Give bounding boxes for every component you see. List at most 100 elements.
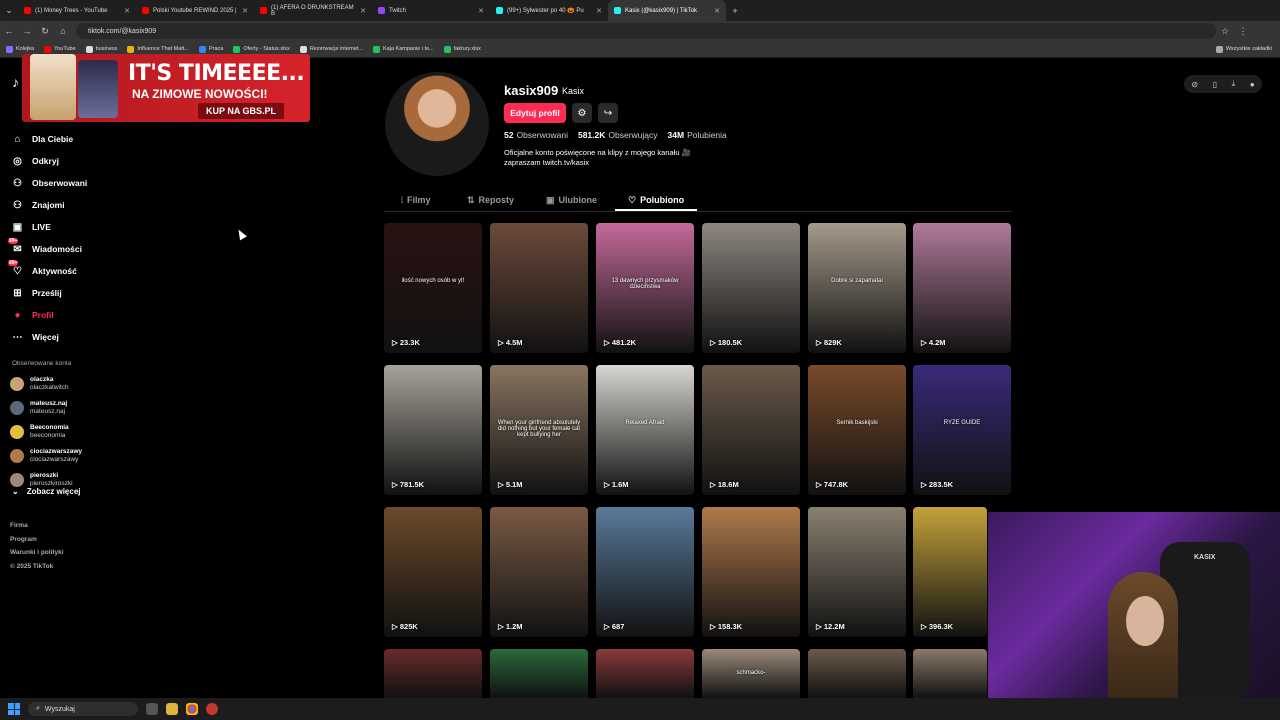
sidebar-item-odkryj[interactable]: ◎ Odkryj [12,150,87,172]
video-thumbnail[interactable] [808,649,906,698]
sidebar-item-obserwowani[interactable]: ⚇ Obserwowani [12,172,87,194]
close-icon[interactable]: ✕ [360,7,366,15]
footer-link[interactable]: Firma [10,519,64,533]
bookmark-item[interactable]: Influence That Matt... [127,45,189,53]
bookmark-item[interactable]: Kaja Kampanie i te... [373,45,434,53]
video-thumbnail[interactable] [490,649,588,698]
browser-tab[interactable]: (1) Money Trees - YouTube ✕ [18,0,136,21]
video-thumbnail[interactable] [384,649,482,698]
play-icon: ▷ [392,480,400,489]
video-thumbnail[interactable]: 13 dawnych przysmaków dzieciństwa ▷ 481.2… [596,223,694,353]
task-view-icon[interactable] [146,703,158,715]
video-thumbnail[interactable]: schmacko- [702,649,800,698]
following-account[interactable]: olaczka olaczkatwitch [10,372,82,396]
sidebar-item-profil[interactable]: ● Profil [12,304,87,326]
download-icon[interactable]: ⤓ [1232,79,1236,89]
stat-followers[interactable]: 581.2K Obserwujący [578,130,658,140]
bookmark-item[interactable]: Rezerwacje internet... [299,45,363,53]
video-thumbnail[interactable]: RYZE GUIDE ▷ 283.5K [913,365,1011,495]
browser-tab[interactable]: Kasix (@kasix909) | TikTok ✕ [608,0,726,21]
user-avatar-icon[interactable]: ● [1250,80,1255,89]
video-thumbnail[interactable]: ▷ 396.3K [913,507,987,637]
tab-reposts[interactable]: ⇅ Reposty [467,195,514,206]
video-thumbnail[interactable]: ▷ 825K [384,507,482,637]
browser-tab[interactable]: Twitch ✕ [372,0,490,21]
close-icon[interactable]: ✕ [124,7,130,15]
edit-profile-button[interactable]: Edytuj profil [504,103,566,123]
star-icon[interactable]: ☆ [1216,26,1234,37]
taskbar-search[interactable]: ⌕ Wyszukaj [28,702,138,716]
video-thumbnail[interactable]: ilość nowych osób w yt! ▷ 23.3K [384,223,482,353]
tab-favorites[interactable]: ▣ Ulubione [546,195,597,206]
browser-tab[interactable]: (1) AFERA O DRUNKSTREAM B ✕ [254,0,372,21]
video-thumbnail[interactable]: ▷ 781.5K [384,365,482,495]
bookmark-item[interactable]: business [85,45,117,53]
url-field[interactable]: tiktok.com/@kasix909 [76,23,1216,39]
extensions-icon[interactable]: ⋮ [1234,26,1252,37]
home-button-icon[interactable]: ⌂ [54,26,72,36]
chrome-icon[interactable] [186,703,198,715]
share-icon[interactable]: ↪ [598,103,618,123]
tiktok-logo[interactable]: ♪ [12,74,19,90]
footer-link[interactable]: Warunki i polityki [10,546,64,560]
file-explorer-icon[interactable] [166,703,178,715]
coins-icon[interactable]: ⊘ [1191,80,1198,89]
video-thumbnail[interactable]: Dobre si zapamatai ▷ 829K [808,223,906,353]
video-thumbnail[interactable]: Relaxed Afraid ▷ 1.6M [596,365,694,495]
browser-tab[interactable]: (99+) Sylwester po 40 🎃 Pu ✕ [490,0,608,21]
tab-favicon-icon [496,7,503,14]
close-icon[interactable]: ✕ [596,7,602,15]
video-thumbnail[interactable]: ▷ 687 [596,507,694,637]
bookmark-item[interactable]: Kolejka [6,45,34,53]
video-thumbnail[interactable]: ▷ 4.5M [490,223,588,353]
back-icon[interactable]: ← [0,26,18,36]
device-icon[interactable]: ▯ [1213,80,1217,89]
forward-icon[interactable]: → [18,26,36,36]
reload-icon[interactable]: ↻ [36,26,54,37]
sidebar-item-wi-cej[interactable]: ⋯ Więcej [12,326,87,348]
video-thumbnail[interactable]: ▷ 180.5K [702,223,800,353]
bookmark-item[interactable]: YouTube [44,45,76,53]
close-icon[interactable]: ✕ [242,7,248,15]
more-icon: ⋯ [12,331,23,343]
video-thumbnail[interactable]: ▷ 1.2M [490,507,588,637]
video-thumbnail[interactable]: ▷ 12.2M [808,507,906,637]
sidebar-item-znajomi[interactable]: ⚇ Znajomi [12,194,87,216]
video-thumbnail[interactable]: When your girlfriend absolutely did noth… [490,365,588,495]
video-thumbnail[interactable] [913,649,987,698]
bookmark-item[interactable]: faktury.xlsx [443,45,481,53]
see-more-button[interactable]: ⌄ Zobacz więcej [12,487,81,496]
sidebar-item-dla-ciebie[interactable]: ⌂ Dla Ciebie [12,128,87,150]
sidebar-item-aktywno-[interactable]: ♡ 99+ Aktywność [8,259,87,282]
close-icon[interactable]: ✕ [714,7,720,15]
windows-start-icon[interactable] [8,703,20,715]
video-thumbnail[interactable]: Sernik baskijski ▷ 747.8K [808,365,906,495]
tab-search-icon[interactable]: ⌄ [0,5,18,16]
advertisement-banner[interactable]: IT'S TIMEEEE... NA ZIMOWE NOWOŚCI! KUP N… [22,54,310,122]
video-thumbnail[interactable] [596,649,694,698]
app-icon[interactable] [206,703,218,715]
video-thumbnail[interactable]: ▷ 158.3K [702,507,800,637]
ad-title: IT'S TIMEEEE... [128,61,305,86]
sidebar-item-live[interactable]: ▣ LIVE [12,216,87,238]
settings-icon[interactable]: ⚙ [572,103,592,123]
tab-videos[interactable]: ⦙ Filmy [401,195,431,206]
bookmark-item[interactable]: Oferty - Status.xlsx [233,45,290,53]
sidebar-item-prze-lij[interactable]: ⊞ Prześlij [12,282,87,304]
close-icon[interactable]: ✕ [478,7,484,15]
account-name: olaczka [30,376,54,383]
new-tab-icon[interactable]: + [726,6,744,16]
ad-cta-button[interactable]: KUP NA GBS.PL [198,103,285,119]
stat-following[interactable]: 52 Obserwowani [504,130,568,140]
following-account[interactable]: Beeconomia beeconomia [10,420,82,444]
footer-link[interactable]: Program [10,533,64,547]
all-bookmarks[interactable]: Wszystkie zakładki [1215,45,1272,53]
video-thumbnail[interactable]: ▷ 4.2M [913,223,1011,353]
tab-liked[interactable]: ♡ Polubiono [628,195,684,206]
sidebar-item-wiadomo-ci[interactable]: ✉ 99+ Wiadomości [8,237,87,260]
following-account[interactable]: ciociazwarszawy ciociazwarszawy [10,444,82,468]
following-account[interactable]: mateusz.naj mateusz.naj [10,396,82,420]
bookmark-item[interactable]: Praca [198,45,223,53]
browser-tab[interactable]: Polski Youtube REWIND 2025 | ✕ [136,0,254,21]
video-thumbnail[interactable]: ▷ 18.6M [702,365,800,495]
